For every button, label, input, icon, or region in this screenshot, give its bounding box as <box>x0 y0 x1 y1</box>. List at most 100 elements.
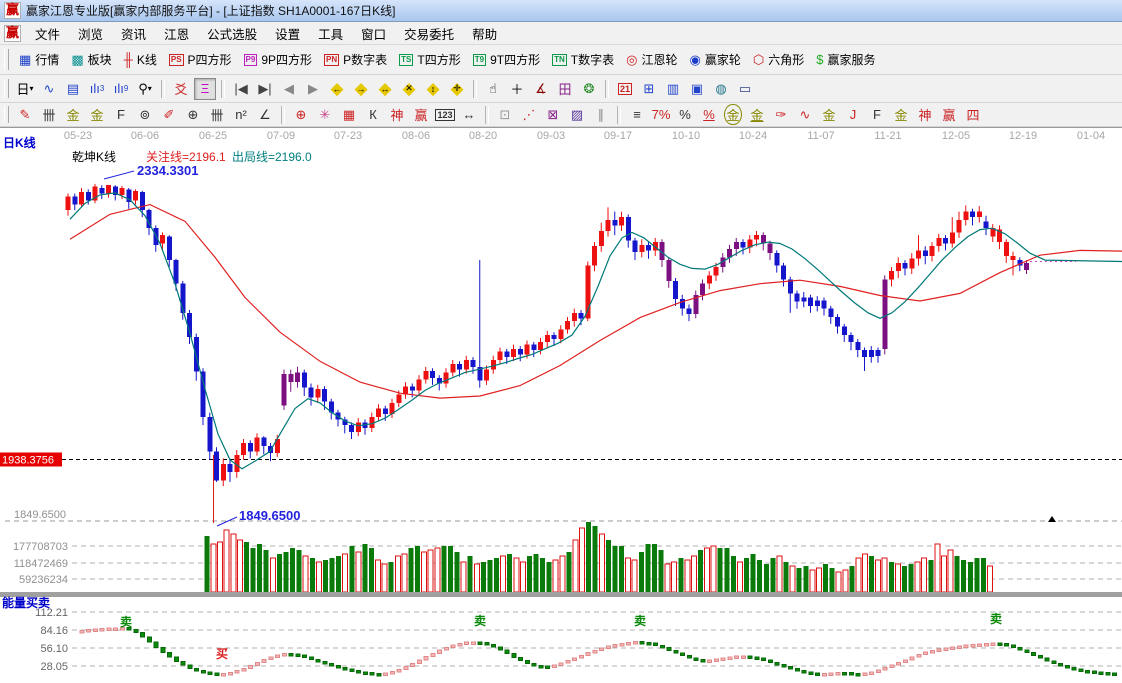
fib-f-tool[interactable]: F <box>110 104 132 126</box>
j-angle-tool[interactable]: J <box>842 104 864 126</box>
sectors-button[interactable]: ▩ 板块 <box>65 48 117 71</box>
menu-资讯[interactable]: 资讯 <box>112 22 155 45</box>
brush-candle-tool[interactable]: ✑ <box>770 104 792 126</box>
pin-dropdown[interactable]: ⚲ ▾ <box>134 78 156 100</box>
ruler-123-tool[interactable]: 123 <box>434 104 456 126</box>
prev-bar-button[interactable]: ◀ <box>278 78 300 100</box>
shen-tool[interactable]: 神 <box>386 104 408 126</box>
web-sync-button[interactable]: ◍ <box>710 78 732 100</box>
gold-circle-tool[interactable]: 金 <box>722 104 744 126</box>
expand-all-button[interactable]: ◆ ✛ <box>446 78 468 100</box>
bars-3-icon[interactable]: ılı 3 <box>86 78 108 100</box>
bars-9-icon[interactable]: ılı 9 <box>110 78 132 100</box>
menu-江恩[interactable]: 江恩 <box>155 22 198 45</box>
t-square-button[interactable]: TS T四方形 <box>393 48 467 71</box>
gann-ticks-tool[interactable]: 卌 <box>38 104 60 126</box>
menu-文件[interactable]: 文件 <box>26 22 69 45</box>
first-bar-button[interactable]: |◀ <box>230 78 252 100</box>
percent-line-tool[interactable]: % <box>698 104 720 126</box>
main-chart-svg[interactable]: 05-23 06-06 06-25 07-09 07-23 08-06 08-20 09-03… <box>0 127 1122 678</box>
web-circle-tool[interactable]: ✳ <box>314 104 336 126</box>
p-number-table-button[interactable]: PN P数字表 <box>318 48 393 71</box>
oscillator-bar <box>1037 654 1043 659</box>
period-day-dropdown[interactable]: 日 ▾ <box>14 78 36 100</box>
remote-pc-button[interactable]: ▭ <box>734 78 756 100</box>
save-button[interactable]: ▣ <box>686 78 708 100</box>
gold-angle-tool[interactable]: 金 <box>890 104 912 126</box>
menu-公式选股[interactable]: 公式选股 <box>198 22 266 45</box>
9t-square-button[interactable]: T9 9T四方形 <box>467 48 546 71</box>
boxed-fan-tool[interactable]: ⊠ <box>542 104 564 126</box>
kline-button[interactable]: ╫ K线 <box>118 48 163 71</box>
volume-axis-label: 118472469 <box>14 558 68 570</box>
brush-tool[interactable]: ✐ <box>158 104 180 126</box>
fan-lines-tool[interactable]: ⋰ <box>518 104 540 126</box>
pan-right-button[interactable]: ◆ → <box>350 78 372 100</box>
wave-tool[interactable]: ∿ <box>794 104 816 126</box>
gold-lines-tool[interactable]: 金 <box>746 104 768 126</box>
info-document-icon[interactable]: ▤ <box>62 78 84 100</box>
menu-设置[interactable]: 设置 <box>266 22 309 45</box>
gold-ratio-tool-2[interactable]: 金 <box>86 104 108 126</box>
t-number-table-button[interactable]: TN T数字表 <box>546 48 620 71</box>
width-measure-tool[interactable]: ↔ <box>458 104 480 126</box>
p-square-button[interactable]: PS P四方形 <box>163 48 238 71</box>
web-square-tool[interactable]: ▦ <box>338 104 360 126</box>
menu-浏览[interactable]: 浏览 <box>69 22 112 45</box>
volume-bar <box>598 533 605 593</box>
grid-fill-tool[interactable]: ▨ <box>566 104 588 126</box>
menu-工具[interactable]: 工具 <box>309 22 352 45</box>
winner-wheel-button[interactable]: ◉ 赢家轮 <box>683 48 746 71</box>
notes-button[interactable]: ▥ <box>662 78 684 100</box>
gold-slash-tool[interactable]: 金 <box>818 104 840 126</box>
pan-left-button[interactable]: ◆ ← <box>326 78 348 100</box>
k-mark-tool[interactable]: К <box>362 104 384 126</box>
kline-pattern-button[interactable]: 爻 <box>170 78 192 100</box>
calculator-button[interactable]: ⊞ <box>638 78 660 100</box>
toolbar-grip[interactable] <box>4 79 9 98</box>
quotes-button[interactable]: ▦ 行情 <box>13 48 65 71</box>
circle-ticks-tool[interactable]: ⊕ <box>182 104 204 126</box>
next-bar-button[interactable]: ▶ <box>302 78 324 100</box>
menu-交易委托[interactable]: 交易委托 <box>395 22 463 45</box>
zoom-vertical-button[interactable]: ◆ ↕ <box>422 78 444 100</box>
toolbar-grip[interactable] <box>4 49 9 70</box>
zoom-horizontal-button[interactable]: ◆ ↔ <box>374 78 396 100</box>
gold-ratio-tool-1[interactable]: 金 <box>62 104 84 126</box>
percent-strike-tool[interactable]: 7% <box>650 104 672 126</box>
draw-arrow-tool[interactable]: ✎ <box>14 104 36 126</box>
angle-measure-button[interactable]: ∡ <box>530 78 552 100</box>
grid-tool-button[interactable]: 田 <box>554 78 576 100</box>
9p-square-button[interactable]: P9 9P四方形 <box>238 48 318 71</box>
calendar-button[interactable]: 21 <box>614 78 636 100</box>
shen-angle-tool[interactable]: 神 <box>914 104 936 126</box>
ying-angle-tool[interactable]: 赢 <box>938 104 960 126</box>
spiral-tool[interactable]: ⊚ <box>134 104 156 126</box>
hexagon-button[interactable]: ⬡ 六角形 <box>747 48 810 71</box>
quote-grid-icon: ▦ <box>19 52 32 67</box>
wreath-button[interactable]: ❂ <box>578 78 600 100</box>
toolbar-grip[interactable] <box>4 106 9 123</box>
target-circle-tool[interactable]: ⊕ <box>290 104 312 126</box>
ying-tool[interactable]: 赢 <box>410 104 432 126</box>
step-lines-tool[interactable]: ≡ <box>626 104 648 126</box>
mirror-angle-tool[interactable]: ∠ <box>254 104 276 126</box>
hand-tool-button[interactable]: ☝ <box>482 78 504 100</box>
parallel-lines-tool[interactable]: ∥ <box>590 104 612 126</box>
square-n2-tool[interactable]: n² <box>230 104 252 126</box>
gann-wheel-button[interactable]: ◎ 江恩轮 <box>620 48 683 71</box>
winner-service-button[interactable]: $ 赢家服务 <box>810 48 881 71</box>
box-corner-tool[interactable]: ⊡ <box>494 104 516 126</box>
zigzag-chart-icon[interactable]: ∿ <box>38 78 60 100</box>
menu-帮助[interactable]: 帮助 <box>463 22 506 45</box>
oscillator-bar <box>929 649 935 654</box>
four-angle-tool[interactable]: 四 <box>962 104 984 126</box>
ruler-ticks-tool[interactable]: 卌 <box>206 104 228 126</box>
compress-button[interactable]: ◆ ✕ <box>398 78 420 100</box>
f-angle-tool[interactable]: F <box>866 104 888 126</box>
menu-窗口[interactable]: 窗口 <box>352 22 395 45</box>
last-bar-button[interactable]: ▶| <box>254 78 276 100</box>
volume-distribution-button[interactable]: Ξ <box>194 77 216 100</box>
percent-tool[interactable]: % <box>674 104 696 126</box>
crosshair-tool-button[interactable]: ＋ <box>506 78 528 100</box>
